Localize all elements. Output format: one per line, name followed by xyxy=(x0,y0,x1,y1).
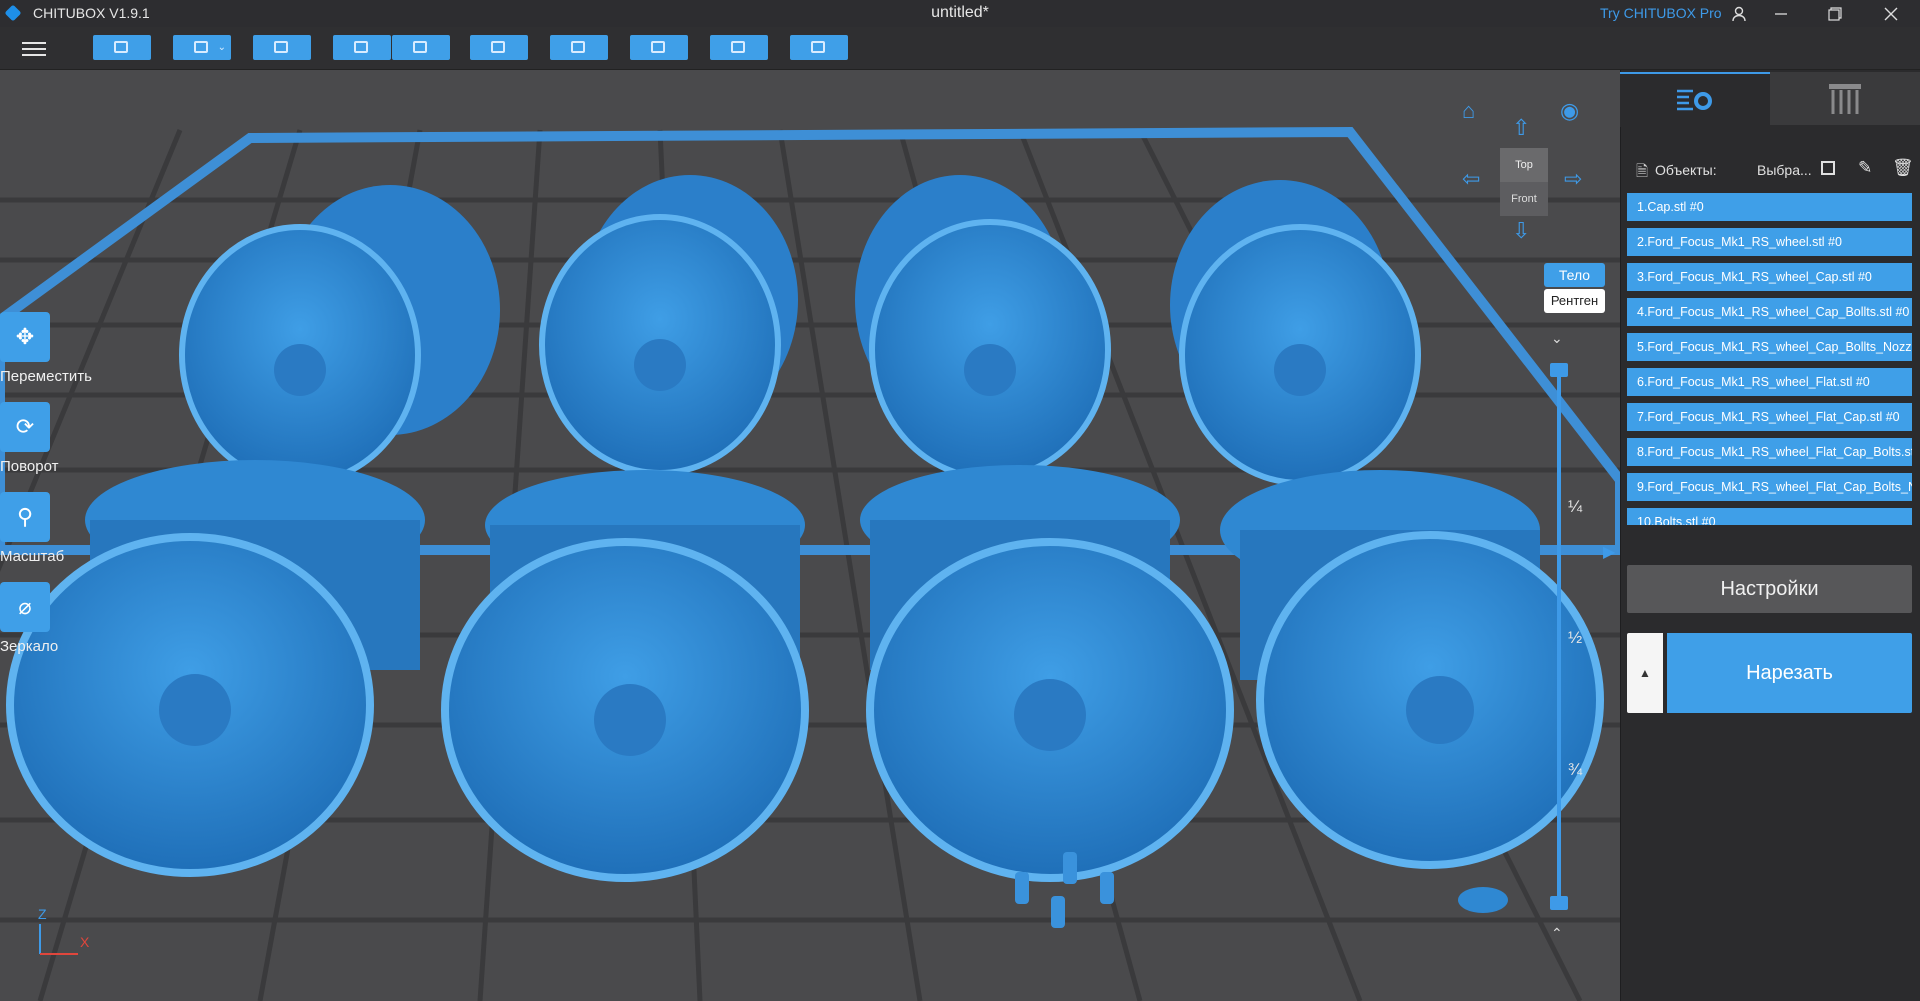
close-icon[interactable] xyxy=(1866,0,1916,27)
list-item[interactable]: 4.Ford_Focus_Mk1_RS_wheel_Cap_Bollts.stl… xyxy=(1627,298,1912,326)
slider-expand-chevron-icon[interactable]: ⌃ xyxy=(1551,925,1563,942)
edit-icon[interactable]: ✎ xyxy=(1858,158,1872,178)
build-plate-scene xyxy=(0,126,1620,1001)
arrange-button[interactable] xyxy=(550,35,608,60)
list-item[interactable]: 8.Ford_Focus_Mk1_RS_wheel_Flat_Cap_Bolts… xyxy=(1627,438,1912,466)
slice-button[interactable]: Нарезать xyxy=(1667,633,1912,713)
view-down-arrow-icon[interactable]: ⇩ xyxy=(1512,218,1530,244)
fit-icon xyxy=(274,41,288,53)
slider-mark-three-quarter: ¾ xyxy=(1568,760,1583,779)
tab-print-settings[interactable] xyxy=(1620,72,1770,127)
panel-toggle-arrow-icon[interactable]: ▶ xyxy=(1603,542,1615,562)
view-up-arrow-icon[interactable]: ⇧ xyxy=(1512,115,1530,141)
hollow-button[interactable] xyxy=(710,35,768,60)
list-item[interactable]: 3.Ford_Focus_Mk1_RS_wheel_Cap.stl #0 xyxy=(1627,263,1912,291)
minimize-icon[interactable] xyxy=(1756,0,1806,27)
arrange-icon xyxy=(571,41,585,53)
wheel-model[interactable] xyxy=(1220,470,1604,869)
3d-viewport[interactable] xyxy=(0,70,1620,1001)
layout-button[interactable] xyxy=(470,35,528,60)
scale-label: Масштаб xyxy=(0,548,65,565)
layer-slider-top-handle[interactable] xyxy=(1550,363,1568,377)
support-button[interactable] xyxy=(630,35,688,60)
wheel-model[interactable] xyxy=(539,175,798,476)
rotate-icon: ⟳ xyxy=(15,414,35,439)
layer-slider-track[interactable] xyxy=(1557,368,1561,903)
restore-icon[interactable] xyxy=(1810,0,1860,27)
document-icon: 🗎 xyxy=(1636,163,1649,180)
move-label: Переместить xyxy=(0,368,92,385)
view-cube-front[interactable]: Front xyxy=(1500,182,1548,216)
redo-button[interactable] xyxy=(392,35,450,60)
settings-list-icon xyxy=(1677,89,1712,111)
view-right-arrow-icon[interactable]: ⇨ xyxy=(1564,166,1582,192)
undo-icon xyxy=(354,41,368,53)
rotate-button[interactable]: ⟳ xyxy=(0,402,50,452)
wheel-model[interactable] xyxy=(441,470,809,882)
body-view-toggle[interactable]: Тело xyxy=(1544,263,1605,287)
print-button[interactable] xyxy=(790,35,848,60)
axis-x-label: X xyxy=(80,934,90,950)
mirror-button[interactable]: ⌀ xyxy=(0,582,50,632)
cap-model[interactable] xyxy=(1458,887,1508,913)
chevron-down-icon[interactable]: ⌄ xyxy=(218,42,226,53)
undo-button[interactable] xyxy=(333,35,391,60)
list-item[interactable]: 1.Cap.stl #0 xyxy=(1627,193,1912,221)
scale-button[interactable]: ⚲ xyxy=(0,492,50,542)
wheel-model[interactable] xyxy=(6,460,425,877)
axis-z-label: Z xyxy=(38,906,47,922)
objects-label: Объекты: xyxy=(1655,162,1717,178)
select-all-checkbox[interactable] xyxy=(1821,161,1835,175)
move-icon: ✥ xyxy=(15,324,35,349)
layer-slider-bottom-handle[interactable] xyxy=(1550,896,1568,910)
print-icon xyxy=(811,41,825,53)
hollow-icon xyxy=(731,41,745,53)
slider-mark-half: ½ xyxy=(1568,628,1583,647)
save-icon xyxy=(194,41,208,53)
supports-icon xyxy=(1829,84,1861,114)
redo-icon xyxy=(413,41,427,53)
view-left-arrow-icon[interactable]: ⇦ xyxy=(1462,166,1480,192)
scale-icon: ⚲ xyxy=(16,504,34,529)
settings-button[interactable]: Настройки xyxy=(1627,565,1912,613)
list-item[interactable]: 5.Ford_Focus_Mk1_RS_wheel_Cap_Bollts_Noz… xyxy=(1627,333,1912,361)
view-cube-top[interactable]: Top xyxy=(1500,148,1548,182)
caret-up-icon: ▲ xyxy=(1639,666,1651,680)
wheel-model[interactable] xyxy=(179,185,500,486)
wheel-model[interactable] xyxy=(855,175,1111,481)
layout-icon xyxy=(491,41,505,53)
list-item[interactable]: 7.Ford_Focus_Mk1_RS_wheel_Flat_Cap.stl #… xyxy=(1627,403,1912,431)
trash-icon[interactable]: 🗑 xyxy=(1892,158,1914,178)
select-all-label: Выбра... xyxy=(1757,162,1812,178)
support-icon xyxy=(651,41,665,53)
wheel-model[interactable] xyxy=(860,465,1234,882)
move-button[interactable]: ✥ xyxy=(0,312,50,362)
fit-view-button[interactable] xyxy=(253,35,311,60)
open-file-icon xyxy=(114,41,128,53)
mirror-icon: ⌀ xyxy=(18,594,32,619)
mirror-label: Зеркало xyxy=(0,638,59,655)
slice-options-toggle[interactable]: ▲ xyxy=(1627,633,1663,713)
slider-collapse-chevron-icon[interactable]: ⌄ xyxy=(1551,330,1563,347)
open-file-button[interactable] xyxy=(93,35,151,60)
list-item[interactable]: 9.Ford_Focus_Mk1_RS_wheel_Flat_Cap_Bolts… xyxy=(1627,473,1912,501)
save-button[interactable]: ⌄ xyxy=(173,35,231,60)
list-item[interactable]: 6.Ford_Focus_Mk1_RS_wheel_Flat.stl #0 xyxy=(1627,368,1912,396)
list-item[interactable]: 10.Bolts.stl #0 xyxy=(1627,508,1912,525)
try-pro-link[interactable]: Try CHITUBOX Pro xyxy=(1600,5,1722,21)
hamburger-menu-icon[interactable] xyxy=(22,38,46,58)
xray-view-toggle[interactable]: Рентген xyxy=(1544,289,1605,313)
eye-icon[interactable]: ◉ xyxy=(1560,98,1579,124)
rotate-label: Поворот xyxy=(0,458,59,475)
slider-mark-quarter: ¼ xyxy=(1568,497,1583,516)
tab-supports[interactable] xyxy=(1770,72,1920,125)
object-list[interactable]: 1.Cap.stl #0 2.Ford_Focus_Mk1_RS_wheel.s… xyxy=(1627,193,1912,525)
list-item[interactable]: 2.Ford_Focus_Mk1_RS_wheel.stl #0 xyxy=(1627,228,1912,256)
home-view-icon[interactable]: ⌂ xyxy=(1462,98,1475,124)
wheel-model[interactable] xyxy=(1170,180,1421,486)
